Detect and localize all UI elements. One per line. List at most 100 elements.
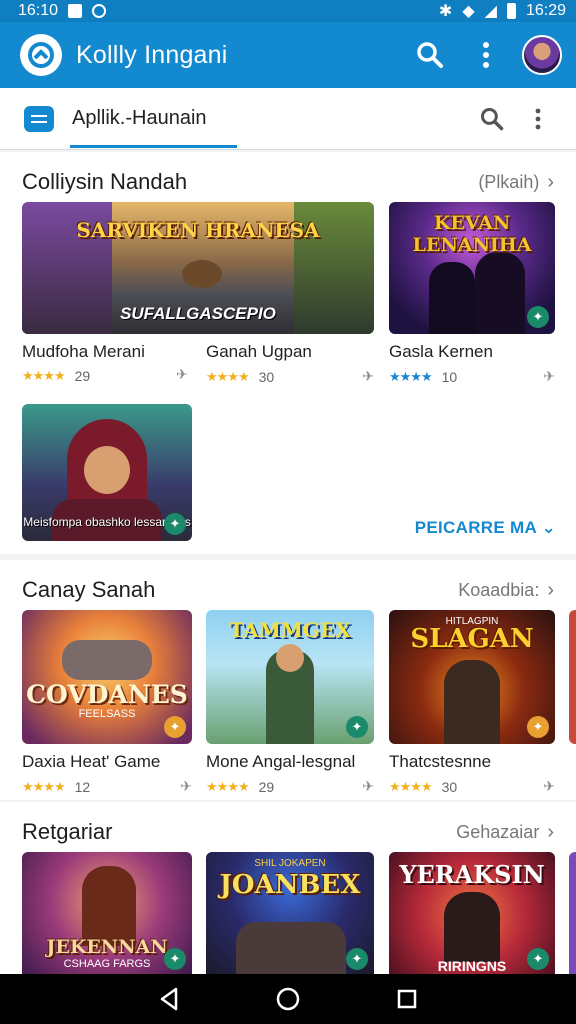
- badge-icon: ✦: [164, 716, 186, 738]
- game-thumbnail-partial[interactable]: [569, 610, 576, 744]
- badge-icon: ✦: [164, 948, 186, 970]
- search-icon: [417, 42, 443, 68]
- art-title: JOANBEX: [219, 870, 361, 900]
- back-icon: [161, 987, 178, 1011]
- art-title: KEVAN LENANIHA: [412, 212, 532, 256]
- game-card[interactable]: Meisfompa obashko lessarcess ✦: [22, 404, 192, 541]
- app-logo-icon[interactable]: [20, 34, 62, 76]
- wifi-icon: ◆: [462, 3, 475, 20]
- game-thumbnail[interactable]: SHIL JOKAPEN JOANBEX ✦: [206, 852, 374, 976]
- expand-more-button[interactable]: PEICARRE MA ⌄: [415, 518, 556, 538]
- chevron-down-icon: ⌄: [536, 518, 556, 537]
- rating-value: 30: [441, 778, 458, 795]
- recents-button[interactable]: [387, 979, 427, 1019]
- tab-overflow-button[interactable]: [520, 101, 556, 137]
- section-title: Retgariar: [22, 819, 113, 844]
- game-thumbnail[interactable]: TAMMGEX ✦: [206, 610, 374, 744]
- game-title: Thatcstesnne: [389, 752, 492, 771]
- system-nav-bar: [0, 974, 576, 1024]
- game-card[interactable]: COVDANES FEELSASS ✦ Daxia Heat' Game ★★★…: [22, 610, 192, 795]
- chevron-right-icon[interactable]: ›: [547, 171, 554, 194]
- art-title: YERAKSIN: [399, 860, 545, 889]
- tab-bar: Apllik.-Haunain: [0, 88, 576, 150]
- pin-icon[interactable]: ✈: [543, 778, 555, 795]
- rating-stars-icon: ★★★★: [389, 368, 433, 384]
- pin-icon[interactable]: ✈: [176, 366, 188, 383]
- search-button[interactable]: [408, 33, 452, 77]
- game-thumbnail[interactable]: Meisfompa obashko lessarcess ✦: [22, 404, 192, 541]
- more-vertical-icon: [483, 42, 489, 68]
- game-thumbnail[interactable]: KEVAN LENANIHA ✦: [389, 202, 555, 334]
- recents-icon: [397, 989, 416, 1009]
- rating-stars-icon: ★★★★: [389, 778, 433, 794]
- game-title: Ganah Ugpan: [206, 342, 312, 361]
- badge-icon: ✦: [164, 513, 186, 535]
- overflow-menu-button[interactable]: [464, 33, 508, 77]
- game-card[interactable]: SARVIKEN HRANESA SUFALLGASCEPIO Mudfoha …: [22, 202, 374, 385]
- game-title: Daxia Heat' Game: [22, 752, 161, 771]
- art-title: SARVIKEN HRANESA: [76, 218, 320, 242]
- rating-stars-icon: ★★★★: [206, 368, 250, 384]
- game-card[interactable]: YERAKSIN RIRINGNS ✦: [389, 852, 555, 976]
- game-card[interactable]: SHIL JOKAPEN JOANBEX ✦: [206, 852, 374, 976]
- status-bar: 16:10 ✱ ◆ ◢ 16:29: [0, 0, 576, 22]
- chevron-right-icon[interactable]: ›: [547, 579, 554, 602]
- pin-icon[interactable]: ✈: [362, 778, 374, 795]
- section-title: Canay Sanah: [22, 577, 156, 602]
- avatar[interactable]: [522, 35, 562, 75]
- game-thumbnail[interactable]: SARVIKEN HRANESA SUFALLGASCEPIO: [22, 202, 374, 334]
- app-title: Kollly Inngani: [76, 40, 228, 69]
- game-title: Mudfoha Merani: [22, 342, 145, 361]
- tab-search-button[interactable]: [474, 101, 510, 137]
- status-time-right: 16:29: [525, 2, 566, 19]
- section-more-link[interactable]: Koaadbia:: [458, 580, 539, 601]
- game-title: Mone Angal-lesgnal: [206, 752, 356, 771]
- home-button[interactable]: [268, 979, 308, 1019]
- game-card[interactable]: HITLAGPIN SLAGAN ✦ Thatcstesnne ★★★★ 30 ✈: [389, 610, 555, 795]
- game-card[interactable]: TAMMGEX ✦ Mone Angal-lesgnal ★★★★ 29 ✈: [206, 610, 374, 795]
- rating-value: 30: [258, 368, 275, 385]
- battery-icon: [506, 3, 516, 19]
- chevron-right-icon[interactable]: ›: [547, 821, 554, 844]
- rating-value: 29: [258, 778, 275, 795]
- section-more-link[interactable]: (Plkaih): [478, 172, 539, 193]
- menu-icon[interactable]: [24, 105, 54, 132]
- game-card[interactable]: JEKENNAN CSHAAG FARGS ✦: [22, 852, 192, 976]
- game-thumbnail[interactable]: COVDANES FEELSASS ✦: [22, 610, 192, 744]
- game-thumbnail[interactable]: YERAKSIN RIRINGNS ✦: [389, 852, 555, 976]
- game-thumbnail[interactable]: JEKENNAN CSHAAG FARGS ✦: [22, 852, 192, 976]
- game-card[interactable]: KEVAN LENANIHA ✦ Gasla Kernen ★★★★ 10 ✈: [389, 202, 555, 385]
- bluetooth-icon: ✱: [438, 3, 453, 20]
- section-title: Colliysin Nandah: [22, 169, 188, 194]
- section-colliysin-nandah: Colliysin Nandah (Plkaih) › SARVIKEN HRA…: [0, 152, 576, 554]
- expand-more-label: PEICARRE MA: [414, 518, 537, 537]
- rating-stars-icon: ★★★★: [206, 778, 250, 794]
- section-retgariar: Retgariar Gehazaiar › JEKENNAN CSHAAG FA…: [0, 802, 576, 976]
- badge-icon: ✦: [346, 716, 368, 738]
- badge-icon: ✦: [527, 948, 549, 970]
- rating-value: 29: [74, 368, 91, 384]
- signal-icon: ◢: [484, 3, 497, 20]
- game-title: Gasla Kernen: [389, 342, 493, 361]
- badge-icon: ✦: [527, 306, 549, 328]
- rating-stars-icon: ★★★★: [22, 368, 66, 383]
- badge-icon: ✦: [346, 948, 368, 970]
- game-thumbnail[interactable]: HITLAGPIN SLAGAN ✦: [389, 610, 555, 744]
- section-more-link[interactable]: Gehazaiar: [456, 822, 539, 843]
- game-thumbnail-partial[interactable]: [569, 852, 576, 976]
- tab-active[interactable]: Apllik.-Haunain: [70, 88, 236, 150]
- home-icon: [276, 987, 300, 1011]
- pin-icon[interactable]: ✈: [362, 368, 374, 385]
- more-vertical-icon: [535, 108, 541, 129]
- art-title: SLAGAN: [410, 624, 534, 654]
- notification-icon: [68, 4, 83, 18]
- section-canay-sanah: Canay Sanah Koaadbia: › COVDANES FEELSAS…: [0, 560, 576, 800]
- pin-icon[interactable]: ✈: [180, 778, 192, 795]
- back-button[interactable]: [149, 979, 189, 1019]
- pin-icon[interactable]: ✈: [543, 368, 555, 385]
- rating-stars-icon: ★★★★: [22, 778, 66, 794]
- search-icon: [480, 107, 504, 130]
- app-bar: Kollly Inngani: [0, 22, 576, 88]
- art-subtitle: SUFALLGASCEPIO: [120, 304, 276, 323]
- sync-icon: [92, 4, 107, 18]
